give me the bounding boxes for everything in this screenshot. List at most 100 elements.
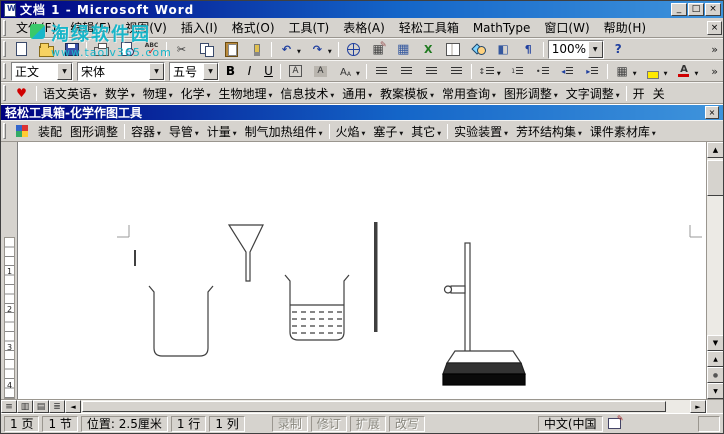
toolbar-grip[interactable]	[3, 123, 6, 139]
common-query-button[interactable]: 常用查询	[438, 83, 500, 103]
physics-button[interactable]: 物理	[139, 83, 177, 103]
outline-view-button[interactable]	[49, 400, 65, 413]
horizontal-scroll-thumb[interactable]	[82, 401, 666, 412]
style-combo[interactable]: 正文	[11, 61, 73, 81]
heart-button[interactable]	[9, 83, 34, 103]
insert-hyperlink-button[interactable]	[341, 39, 366, 59]
chinese-english-button[interactable]: 语文英语	[39, 83, 101, 103]
text-adjust-button[interactable]: 文字调整	[562, 83, 624, 103]
toolbox-logo-button[interactable]	[9, 121, 34, 141]
toolbar-grip[interactable]	[3, 63, 6, 79]
redo-button[interactable]	[305, 39, 336, 59]
minimize-button[interactable]: _	[671, 3, 687, 16]
menu-edit[interactable]: 编辑(E)	[63, 17, 118, 38]
font-size-combo[interactable]: 五号	[169, 61, 219, 81]
document-map-button[interactable]	[491, 39, 516, 59]
next-page-button[interactable]	[707, 383, 723, 399]
flames-button[interactable]: 火焰	[332, 121, 370, 141]
close-document-button[interactable]: ×	[707, 20, 722, 35]
gas-heating-components-button[interactable]: 制气加热组件	[241, 121, 327, 141]
columns-button[interactable]	[441, 39, 466, 59]
select-browse-object-button[interactable]	[707, 367, 723, 383]
scroll-down-button[interactable]	[707, 335, 723, 351]
track-changes-toggle[interactable]: 修订	[310, 415, 347, 432]
char-shading-button[interactable]	[308, 61, 333, 81]
zoom-combo[interactable]: 100%	[547, 39, 604, 59]
zoom-dropdown-arrow-icon[interactable]	[587, 40, 603, 58]
tubes-button[interactable]: 导管	[165, 121, 203, 141]
vertical-scrollbar[interactable]	[706, 142, 723, 399]
standard-toolbar-overflow-button[interactable]: »	[707, 43, 722, 56]
insert-table-button[interactable]	[391, 39, 416, 59]
menu-tools[interactable]: 工具(T)	[282, 17, 337, 38]
extend-selection-toggle[interactable]: 扩展	[349, 415, 386, 432]
aromatic-ring-set-button[interactable]: 芳环结构集	[512, 121, 586, 141]
paste-button[interactable]	[219, 39, 244, 59]
toolbar-grip[interactable]	[3, 85, 6, 101]
show-hide-marks-button[interactable]	[516, 39, 541, 59]
chemistry-button[interactable]: 化学	[177, 83, 215, 103]
open-button[interactable]	[34, 39, 59, 59]
biology-geography-button[interactable]: 生物地理	[215, 83, 277, 103]
align-center-button[interactable]	[394, 61, 419, 81]
align-right-button[interactable]	[419, 61, 444, 81]
font-combo[interactable]: 宋体	[77, 61, 165, 81]
menu-easy-toolbox[interactable]: 轻松工具箱	[392, 17, 466, 38]
formatting-toolbar-overflow-button[interactable]: »	[707, 65, 722, 78]
general-button[interactable]: 通用	[338, 83, 376, 103]
previous-page-button[interactable]	[707, 351, 723, 367]
style-dropdown-arrow-icon[interactable]	[57, 62, 72, 80]
menu-help[interactable]: 帮助(H)	[597, 17, 653, 38]
graphic-adjust-button[interactable]: 图形调整	[500, 83, 562, 103]
normal-view-button[interactable]	[1, 400, 17, 413]
menu-file[interactable]: 文件(F)	[9, 17, 63, 38]
align-justify-button[interactable]	[444, 61, 469, 81]
italic-button[interactable]: I	[240, 61, 259, 81]
math-button[interactable]: 数学	[101, 83, 139, 103]
menu-table[interactable]: 表格(A)	[336, 17, 392, 38]
underline-button[interactable]: U	[259, 61, 278, 81]
toolbox-close-button[interactable]: ×	[705, 106, 719, 119]
others-button[interactable]: 其它	[407, 121, 445, 141]
bold-button[interactable]: B	[221, 61, 240, 81]
align-left-button[interactable]	[369, 61, 394, 81]
char-border-button[interactable]	[283, 61, 308, 81]
new-document-button[interactable]	[9, 39, 34, 59]
toolbar-grip[interactable]	[3, 19, 6, 36]
record-macro-toggle[interactable]: 录制	[271, 415, 308, 432]
status-indicator-box[interactable]	[698, 415, 720, 432]
close-button[interactable]: ×	[705, 3, 721, 16]
char-scale-button[interactable]	[333, 61, 364, 81]
measuring-button[interactable]: 计量	[203, 121, 241, 141]
toolbar-grip[interactable]	[3, 41, 6, 57]
help-button[interactable]	[606, 39, 631, 59]
horizontal-scroll-track[interactable]	[81, 400, 690, 413]
print-button[interactable]	[89, 39, 114, 59]
font-dropdown-arrow-icon[interactable]	[149, 62, 164, 80]
document-page[interactable]	[18, 142, 706, 399]
containers-button[interactable]: 容器	[127, 121, 165, 141]
indent-button[interactable]	[580, 61, 605, 81]
vertical-scroll-track[interactable]	[707, 158, 723, 335]
borders-button[interactable]	[610, 61, 641, 81]
scroll-right-button[interactable]	[690, 400, 706, 413]
highlight-button[interactable]	[641, 61, 672, 81]
toolbox-on-button[interactable]: 开	[629, 83, 649, 103]
info-tech-button[interactable]: 信息技术	[276, 83, 338, 103]
cut-button[interactable]	[169, 39, 194, 59]
web-layout-view-button[interactable]	[17, 400, 33, 413]
bullets-button[interactable]	[530, 61, 555, 81]
print-preview-button[interactable]	[114, 39, 139, 59]
undo-button[interactable]	[274, 39, 305, 59]
courseware-library-button[interactable]: 课件素材库	[586, 121, 660, 141]
menu-window[interactable]: 窗口(W)	[537, 17, 596, 38]
vertical-ruler[interactable]: 1 2 3 4	[1, 142, 18, 399]
copy-button[interactable]	[194, 39, 219, 59]
menu-mathtype[interactable]: MathType	[466, 19, 538, 37]
format-painter-button[interactable]	[244, 39, 269, 59]
scroll-up-button[interactable]	[707, 142, 723, 158]
tables-and-borders-button[interactable]	[366, 39, 391, 59]
insert-excel-worksheet-button[interactable]	[416, 39, 441, 59]
print-layout-view-button[interactable]	[33, 400, 49, 413]
experiment-setups-button[interactable]: 实验装置	[450, 121, 512, 141]
